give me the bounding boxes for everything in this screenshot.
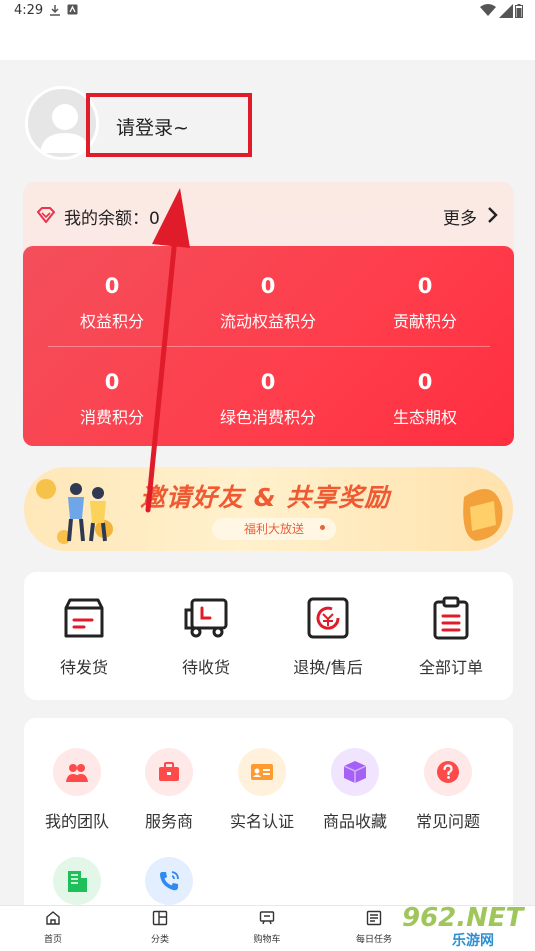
id-card-icon xyxy=(238,748,286,796)
order-refund[interactable]: 退换/售后 xyxy=(268,596,388,678)
service-faq[interactable]: 常见问题 xyxy=(400,748,496,832)
question-icon xyxy=(424,748,472,796)
phone-icon xyxy=(145,857,193,905)
service-provider[interactable]: 服务商 xyxy=(121,748,217,832)
login-link[interactable]: 请登录~ xyxy=(116,113,189,140)
points-value: 0 xyxy=(104,370,120,394)
service-label: 服务商 xyxy=(144,812,193,831)
service-label: 商品收藏 xyxy=(322,812,387,831)
points-value: 0 xyxy=(104,274,120,298)
refund-icon xyxy=(307,597,349,639)
service-label: 常见问题 xyxy=(415,812,480,831)
points-value: 0 xyxy=(417,370,433,394)
points-label: 贡献积分 xyxy=(392,312,457,331)
tab-label: 分类 xyxy=(150,935,169,945)
signal-icon xyxy=(499,4,513,18)
tab-label: 购物车 xyxy=(253,935,281,945)
status-time: 4:29 xyxy=(14,3,44,18)
points-divider xyxy=(48,346,490,347)
order-label: 待发货 xyxy=(59,658,108,677)
points-item[interactable]: 0 流动权益积分 xyxy=(193,274,343,332)
task-icon xyxy=(366,910,382,926)
battery-icon xyxy=(515,4,523,18)
team-icon xyxy=(53,748,101,796)
points-value: 0 xyxy=(417,274,433,298)
points-label: 权益积分 xyxy=(79,312,144,331)
service-verification[interactable]: 实名认证 xyxy=(214,748,310,832)
points-item[interactable]: 0 生态期权 xyxy=(350,370,500,428)
order-all[interactable]: 全部订单 xyxy=(391,596,511,678)
banner-title: 邀请好友 & 共享奖励 xyxy=(140,483,391,512)
points-value: 0 xyxy=(260,274,276,298)
service-label: 我的团队 xyxy=(44,812,109,831)
watermark-text: 962.NET xyxy=(402,903,524,933)
points-label: 绿色消费积分 xyxy=(219,408,316,427)
points-item[interactable]: 0 绿色消费积分 xyxy=(193,370,343,428)
truck-icon xyxy=(184,598,228,638)
service-label: 实名认证 xyxy=(229,812,294,831)
category-icon xyxy=(152,910,168,926)
tab-home[interactable]: 首页 xyxy=(13,910,93,945)
order-pending-receive[interactable]: 待收货 xyxy=(146,596,266,678)
more-link[interactable]: 更多 xyxy=(443,204,477,229)
order-label: 全部订单 xyxy=(418,658,483,677)
tab-label: 首页 xyxy=(43,935,62,945)
box-icon xyxy=(64,598,104,638)
points-label: 生态期权 xyxy=(392,408,457,427)
status-bar: 4:29 xyxy=(0,0,535,60)
order-label: 待收货 xyxy=(181,658,230,677)
diamond-icon xyxy=(37,207,55,223)
points-value: 0 xyxy=(260,370,276,394)
cart-icon xyxy=(259,911,275,925)
points-item[interactable]: 0 权益积分 xyxy=(37,274,187,332)
tab-cart[interactable]: 购物车 xyxy=(227,910,307,945)
order-pending-ship[interactable]: 待发货 xyxy=(24,596,144,678)
building-icon xyxy=(53,857,101,905)
briefcase-icon xyxy=(145,748,193,796)
banner-dot xyxy=(320,525,325,530)
points-item[interactable]: 0 贡献积分 xyxy=(350,274,500,332)
home-icon xyxy=(46,911,60,925)
balance-label: 我的余额：0 xyxy=(64,209,160,229)
points-label: 消费积分 xyxy=(79,408,144,427)
watermark-subtitle: 乐游网 xyxy=(452,933,494,949)
cube-icon xyxy=(331,748,379,796)
banner-subtitle: 福利大放送 xyxy=(212,518,336,540)
service-favorites[interactable]: 商品收藏 xyxy=(307,748,403,832)
order-label: 退换/售后 xyxy=(293,658,363,677)
points-label: 流动权益积分 xyxy=(219,312,316,331)
tab-category[interactable]: 分类 xyxy=(120,910,200,945)
notification-icon xyxy=(67,4,78,15)
chevron-right-icon[interactable] xyxy=(486,206,498,224)
download-icon xyxy=(50,5,60,16)
service-my-team[interactable]: 我的团队 xyxy=(29,748,125,832)
points-item[interactable]: 0 消费积分 xyxy=(37,370,187,428)
clipboard-icon xyxy=(433,596,469,640)
wifi-icon xyxy=(480,4,496,16)
